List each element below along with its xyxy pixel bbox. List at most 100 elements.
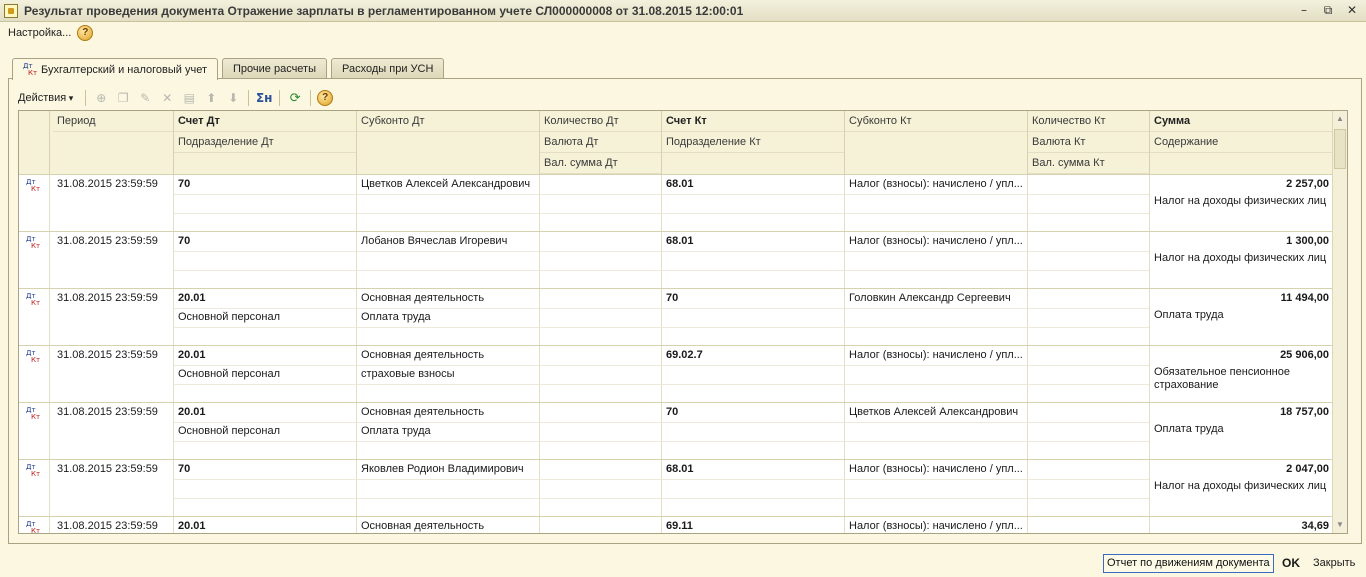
column-divider: [661, 460, 662, 517]
column-divider: [173, 289, 174, 346]
vertical-scrollbar[interactable]: ▲ ▼: [1332, 111, 1347, 533]
move-down-icon[interactable]: ⬇: [225, 90, 241, 106]
save-icon[interactable]: ▤: [181, 90, 197, 106]
table-row[interactable]: Дт Кт 31.08.2015 23:59:59 20.01 Основной …: [19, 402, 1333, 460]
help-icon[interactable]: ?: [317, 90, 334, 106]
tab-other-settlements[interactable]: Прочие расчеты: [222, 58, 328, 79]
column-divider: [49, 403, 50, 460]
ok-button[interactable]: OK: [1282, 554, 1300, 573]
move-up-icon[interactable]: ⬆: [203, 90, 219, 106]
table-row[interactable]: Дт Кт 31.08.2015 23:59:59 20.01 Основная …: [19, 516, 1333, 533]
column-divider: [356, 175, 357, 232]
row-subline: [174, 441, 1149, 442]
dt-kt-icon: Дт Кт: [26, 349, 41, 364]
column-divider: [844, 346, 845, 403]
scroll-up-icon[interactable]: ▲: [1333, 111, 1347, 127]
refresh-icon[interactable]: ⟳: [287, 90, 303, 106]
close-button[interactable]: Закрыть: [1313, 554, 1355, 573]
table-row[interactable]: Дт Кт 31.08.2015 23:59:59 20.01 Основной …: [19, 345, 1333, 403]
column-divider: [844, 517, 845, 533]
header-quantity-dt[interactable]: Количество Дт: [540, 111, 661, 132]
window-titlebar: Результат проведения документа Отражение…: [0, 0, 1366, 22]
column-divider: [844, 111, 845, 174]
edit-icon[interactable]: ✎: [137, 90, 153, 106]
column-divider: [356, 111, 357, 174]
cell-subconto-dt-2: Оплата труда: [361, 311, 431, 323]
restore-icon[interactable]: ⧉: [1320, 2, 1336, 18]
row-subline: [174, 308, 1149, 309]
copy-icon[interactable]: ❐: [115, 90, 131, 106]
tab-label: Прочие расчеты: [233, 63, 317, 75]
cell-department-dt: Основной персонал: [178, 425, 281, 437]
header-currency-kt[interactable]: Валюта Кт: [1028, 132, 1149, 153]
column-divider: [539, 175, 540, 232]
column-divider: [1027, 111, 1028, 174]
cell-account-dt: 20.01: [178, 292, 206, 304]
header-period[interactable]: Период: [53, 111, 173, 132]
column-divider: [356, 289, 357, 346]
column-divider: [356, 232, 357, 289]
window-title: Результат проведения документа Отражение…: [24, 3, 744, 18]
cell-content: Налог на доходы физических лиц: [1154, 480, 1327, 492]
header-department-dt[interactable]: Подразделение Дт: [174, 132, 356, 153]
header-cursum-dt[interactable]: Вал. сумма Дт: [540, 153, 661, 174]
delete-icon[interactable]: ✕: [159, 90, 175, 106]
column-divider: [1027, 460, 1028, 517]
add-icon[interactable]: ⊕: [93, 90, 109, 106]
cell-account-dt: 70: [178, 178, 191, 190]
column-divider: [1149, 111, 1150, 174]
minimize-icon[interactable]: –: [1296, 2, 1312, 18]
header-currency-dt[interactable]: Валюта Дт: [540, 132, 661, 153]
toolbar-separator: [248, 90, 250, 106]
header-cursum-kt[interactable]: Вал. сумма Кт: [1028, 153, 1149, 174]
table-row[interactable]: Дт Кт 31.08.2015 23:59:59 70 Лобанов Вяче…: [19, 231, 1333, 289]
header-subconto-kt[interactable]: Субконто Кт: [845, 111, 1027, 132]
actions-menu[interactable]: Действия: [18, 92, 73, 104]
header-quantity-kt[interactable]: Количество Кт: [1028, 111, 1149, 132]
settings-menu[interactable]: Настройка...: [8, 27, 71, 39]
header-subconto-dt[interactable]: Субконто Дт: [357, 111, 539, 132]
column-divider: [539, 232, 540, 289]
tab-label: Расходы при УСН: [342, 63, 434, 75]
column-divider: [49, 232, 50, 289]
column-divider: [539, 346, 540, 403]
header-department-kt[interactable]: Подразделение Кт: [662, 132, 844, 153]
dt-kt-icon: Дт Кт: [26, 463, 41, 478]
close-icon[interactable]: ✕: [1344, 2, 1360, 18]
header-sum[interactable]: Сумма: [1150, 111, 1333, 132]
cell-account-dt: 20.01: [178, 349, 206, 361]
cell-period: 31.08.2015 23:59:59: [57, 292, 158, 304]
tab-usn-expenses[interactable]: Расходы при УСН: [331, 58, 445, 79]
cell-subconto-kt: Налог (взносы): начислено / упл...: [849, 235, 1023, 247]
header-content[interactable]: Содержание: [1150, 132, 1333, 153]
table-row[interactable]: Дт Кт 31.08.2015 23:59:59 70 Яковлев Роди…: [19, 459, 1333, 517]
header-account-dt[interactable]: Счет Дт: [174, 111, 356, 132]
column-divider: [661, 403, 662, 460]
cell-account-kt: 68.01: [666, 178, 694, 190]
table-row[interactable]: Дт Кт 31.08.2015 23:59:59 20.01 Основной …: [19, 288, 1333, 346]
tab-accounting[interactable]: Дт Кт Бухгалтерский и налоговый учет: [12, 58, 219, 80]
scroll-down-icon[interactable]: ▼: [1333, 517, 1347, 533]
column-divider: [356, 517, 357, 533]
column-divider: [1027, 403, 1028, 460]
postings-table[interactable]: Период Счет Дт Подразделение Дт Субконто…: [18, 110, 1348, 534]
document-movements-report-button[interactable]: Отчет по движениям документа: [1103, 554, 1274, 573]
cell-content: Налог на доходы физических лиц: [1154, 195, 1327, 207]
table-row[interactable]: Дт Кт 31.08.2015 23:59:59 70 Цветков Алек…: [19, 174, 1333, 232]
window-controls: – ⧉ ✕: [1296, 2, 1360, 18]
cell-department-dt: [174, 251, 356, 270]
column-divider: [49, 289, 50, 346]
column-divider: [173, 175, 174, 232]
dt-kt-icon: Дт Кт: [26, 292, 41, 307]
toolbar-separator: [85, 90, 87, 106]
column-divider: [539, 111, 540, 174]
sum-icon[interactable]: Σн: [256, 90, 273, 106]
column-divider: [844, 232, 845, 289]
column-divider: [539, 517, 540, 533]
cell-department-dt: [174, 479, 356, 498]
header-account-kt[interactable]: Счет Кт: [662, 111, 844, 132]
scroll-thumb[interactable]: [1334, 129, 1346, 169]
help-icon[interactable]: ?: [77, 25, 94, 41]
cell-subconto-dt-2: [357, 251, 539, 270]
column-divider: [539, 403, 540, 460]
